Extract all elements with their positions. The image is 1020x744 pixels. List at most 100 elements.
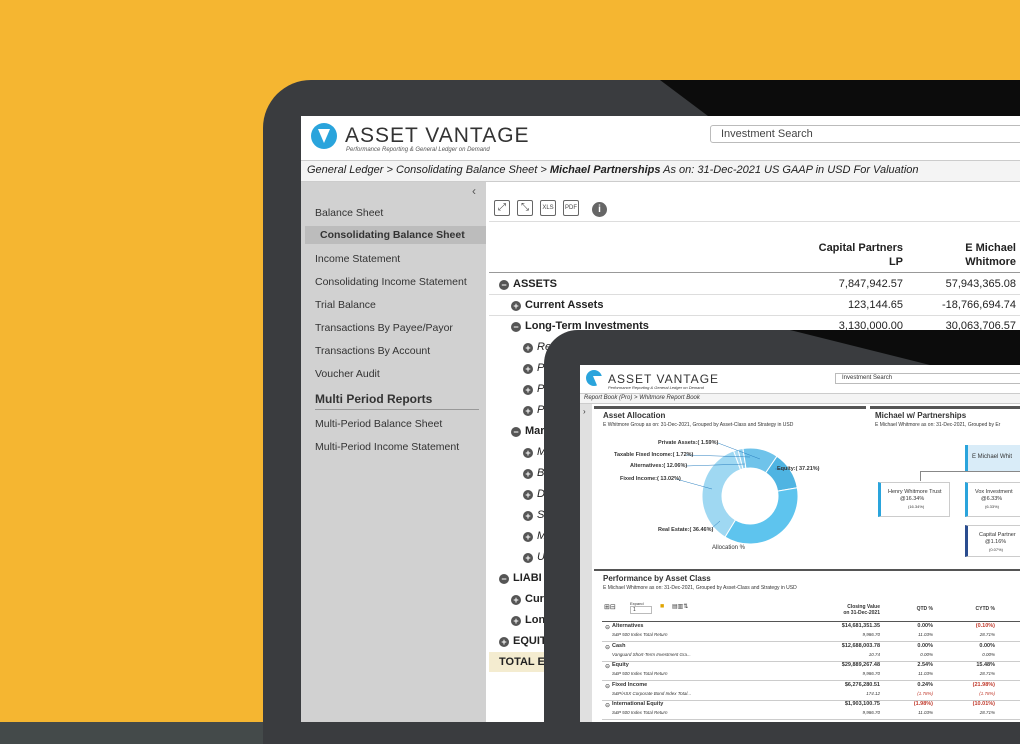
folder-icon[interactable]: ■ bbox=[660, 603, 664, 610]
perf-bench-name: S&P 500 Index Total Return bbox=[612, 632, 668, 637]
sidebar-item-multi-income[interactable]: Multi-Period Income Statement bbox=[315, 441, 459, 453]
row-value-current-2: -18,766,694.74 bbox=[941, 299, 1016, 311]
row-toggle-icon[interactable]: ⊖ bbox=[605, 683, 610, 690]
row-toggle-icon[interactable]: ⊖ bbox=[605, 624, 610, 631]
org-node-vox-sub: (6.33%) bbox=[985, 504, 1000, 509]
tablet-search-input[interactable]: Investment Search bbox=[835, 373, 1020, 384]
collapse-row-icon[interactable]: − bbox=[511, 322, 521, 332]
brand-name: ASSET VANTAGE bbox=[345, 124, 530, 147]
row-toggle-icon[interactable]: ⊖ bbox=[605, 663, 610, 670]
collapse-row-icon[interactable]: − bbox=[511, 427, 521, 437]
collapse-row-icon[interactable]: − bbox=[499, 280, 509, 290]
perf-expand-select[interactable]: 1 bbox=[630, 606, 652, 614]
row-toggle-icon[interactable]: ⊖ bbox=[605, 702, 610, 709]
sidebar-item-multi-balance[interactable]: Multi-Period Balance Sheet bbox=[315, 418, 442, 430]
sidebar-section-multi-period: Multi Period Reports bbox=[315, 392, 479, 410]
org-node-henry-label: Henry Whitmore Trust bbox=[888, 489, 942, 495]
breadcrumb-entity: Michael Partnerships bbox=[549, 164, 661, 176]
logo-icon bbox=[311, 123, 337, 149]
label-alternatives: Alternatives:( 12.06%) bbox=[630, 463, 688, 469]
breadcrumb: General Ledger > Consolidating Balance S… bbox=[301, 160, 1020, 182]
org-node-capital-pct: @1.16% bbox=[985, 539, 1007, 545]
perf-row-cytd: (0.10%) bbox=[975, 623, 995, 629]
expand-row-icon[interactable]: + bbox=[523, 490, 533, 500]
perf-row-name: Alternatives bbox=[612, 623, 644, 629]
perf-row-name: International Equity bbox=[612, 701, 664, 707]
perf-bench-value: 9,986.70 bbox=[862, 632, 880, 637]
sidebar-item-transactions-payee[interactable]: Transactions By Payee/Payor bbox=[315, 322, 453, 334]
row-label-assets: ASSETS bbox=[513, 278, 558, 290]
perf-col-cytd[interactable]: CYTD % bbox=[960, 606, 995, 612]
perf-bench-cytd: 28.71% bbox=[979, 632, 995, 637]
expand-row-icon[interactable]: + bbox=[511, 301, 521, 311]
row-divider bbox=[489, 294, 1020, 295]
perf-bench-qtd: 11.03% bbox=[918, 671, 933, 676]
expand-row-icon[interactable]: + bbox=[523, 385, 533, 395]
expand-all-icon[interactable]: ⤢ bbox=[494, 200, 510, 216]
org-connector bbox=[920, 471, 1020, 472]
expand-row-icon[interactable]: + bbox=[523, 511, 533, 521]
export-xls-icon[interactable]: XLS bbox=[540, 200, 556, 216]
sidebar-item-consolidating-income[interactable]: Consolidating Income Statement bbox=[315, 276, 467, 288]
perf-expand-all-icon[interactable]: ⊞⊟ bbox=[604, 603, 616, 611]
perf-col-qtd[interactable]: QTD % bbox=[898, 606, 933, 612]
perf-bench-value: 9,986.70 bbox=[862, 710, 880, 715]
expand-row-icon[interactable]: + bbox=[523, 532, 533, 542]
expand-row-icon[interactable]: + bbox=[523, 343, 533, 353]
sidebar-item-consolidating-balance-sheet[interactable]: Consolidating Balance Sheet bbox=[305, 226, 486, 244]
allocation-caption: Allocation % bbox=[712, 545, 746, 551]
perf-col-closing-date: on 31-Dec-2021 bbox=[843, 610, 880, 616]
org-connector bbox=[920, 471, 921, 481]
expand-row-icon[interactable]: + bbox=[523, 364, 533, 374]
expand-row-icon[interactable]: + bbox=[523, 448, 533, 458]
row-value-current-1: 123,144.65 bbox=[847, 299, 903, 311]
perf-bench-qtd: 11.03% bbox=[918, 632, 933, 637]
row-divider bbox=[489, 315, 1020, 316]
column-header-capital-partners-lp: LP bbox=[888, 256, 903, 268]
tablet-tagline: Performance Reporting & General Ledger o… bbox=[608, 385, 704, 390]
sidebar-item-voucher-audit[interactable]: Voucher Audit bbox=[315, 368, 380, 380]
column-header-capital-partners: Capital Partners bbox=[818, 242, 903, 254]
collapse-sidebar-icon[interactable]: ‹ bbox=[472, 184, 476, 198]
expand-row-icon[interactable]: + bbox=[511, 616, 521, 626]
collapse-all-icon[interactable]: ⤡ bbox=[517, 200, 533, 216]
expand-row-icon[interactable]: + bbox=[523, 553, 533, 563]
org-node-vox-label: Vox Investment bbox=[975, 489, 1013, 495]
tablet-expand-sidebar-icon[interactable]: › bbox=[583, 407, 586, 416]
expand-row-icon[interactable]: + bbox=[523, 406, 533, 416]
perf-bench-value: 174.12 bbox=[866, 690, 880, 696]
allocation-subtitle: E Whitmore Group as on: 31-Dec-2021, Gro… bbox=[603, 422, 794, 428]
sidebar-item-transactions-account[interactable]: Transactions By Account bbox=[315, 345, 430, 357]
perf-bench-qtd: 11.03% bbox=[918, 710, 933, 715]
perf-row-qtd: (1.98%) bbox=[913, 701, 933, 707]
row-value-assets-1: 7,847,942.57 bbox=[838, 278, 903, 290]
perf-bench-value: 10.74 bbox=[868, 651, 880, 657]
expand-row-icon[interactable]: + bbox=[499, 637, 509, 647]
org-node-henry-sub: (16.34%) bbox=[908, 504, 925, 509]
perf-bench-name: S&P 500 Index Total Return bbox=[612, 710, 668, 715]
search-input[interactable]: Investment Search bbox=[710, 125, 1020, 143]
tablet-screen: ASSET VANTAGE Performance Reporting & Ge… bbox=[580, 365, 1020, 722]
sidebar-item-income-statement[interactable]: Income Statement bbox=[315, 253, 400, 265]
expand-row-icon[interactable]: + bbox=[511, 595, 521, 605]
row-label-partial: Mar bbox=[525, 425, 545, 437]
expand-row-icon[interactable]: + bbox=[523, 469, 533, 479]
perf-row-divider bbox=[602, 719, 1020, 720]
column-header-e-michael: E Michael bbox=[965, 242, 1016, 254]
org-subtitle: E Michael Whitmore as on: 31-Dec-2021, G… bbox=[875, 422, 1001, 428]
sidebar-item-balance-sheet[interactable]: Balance Sheet bbox=[315, 207, 383, 219]
donut-slice[interactable] bbox=[724, 487, 799, 545]
panel-divider bbox=[870, 406, 1020, 409]
perf-tools-icon[interactable]: ▤▥⇅ bbox=[672, 603, 688, 610]
breadcrumb-general-ledger[interactable]: General Ledger bbox=[307, 164, 383, 176]
sidebar-item-trial-balance[interactable]: Trial Balance bbox=[315, 299, 376, 311]
performance-title: Performance by Asset Class bbox=[603, 574, 711, 583]
perf-row-value: $14,681,351.35 bbox=[841, 623, 880, 629]
row-toggle-icon[interactable]: ⊖ bbox=[605, 644, 610, 651]
info-icon[interactable]: i bbox=[592, 202, 607, 217]
perf-bench-name: Vanguard Short-Term Investment Gra... bbox=[612, 651, 691, 657]
collapse-row-icon[interactable]: − bbox=[499, 574, 509, 584]
breadcrumb-consolidating[interactable]: Consolidating Balance Sheet bbox=[396, 164, 537, 176]
perf-bench-qtd: 0.00% bbox=[920, 651, 933, 657]
export-pdf-icon[interactable]: PDF bbox=[563, 200, 579, 216]
